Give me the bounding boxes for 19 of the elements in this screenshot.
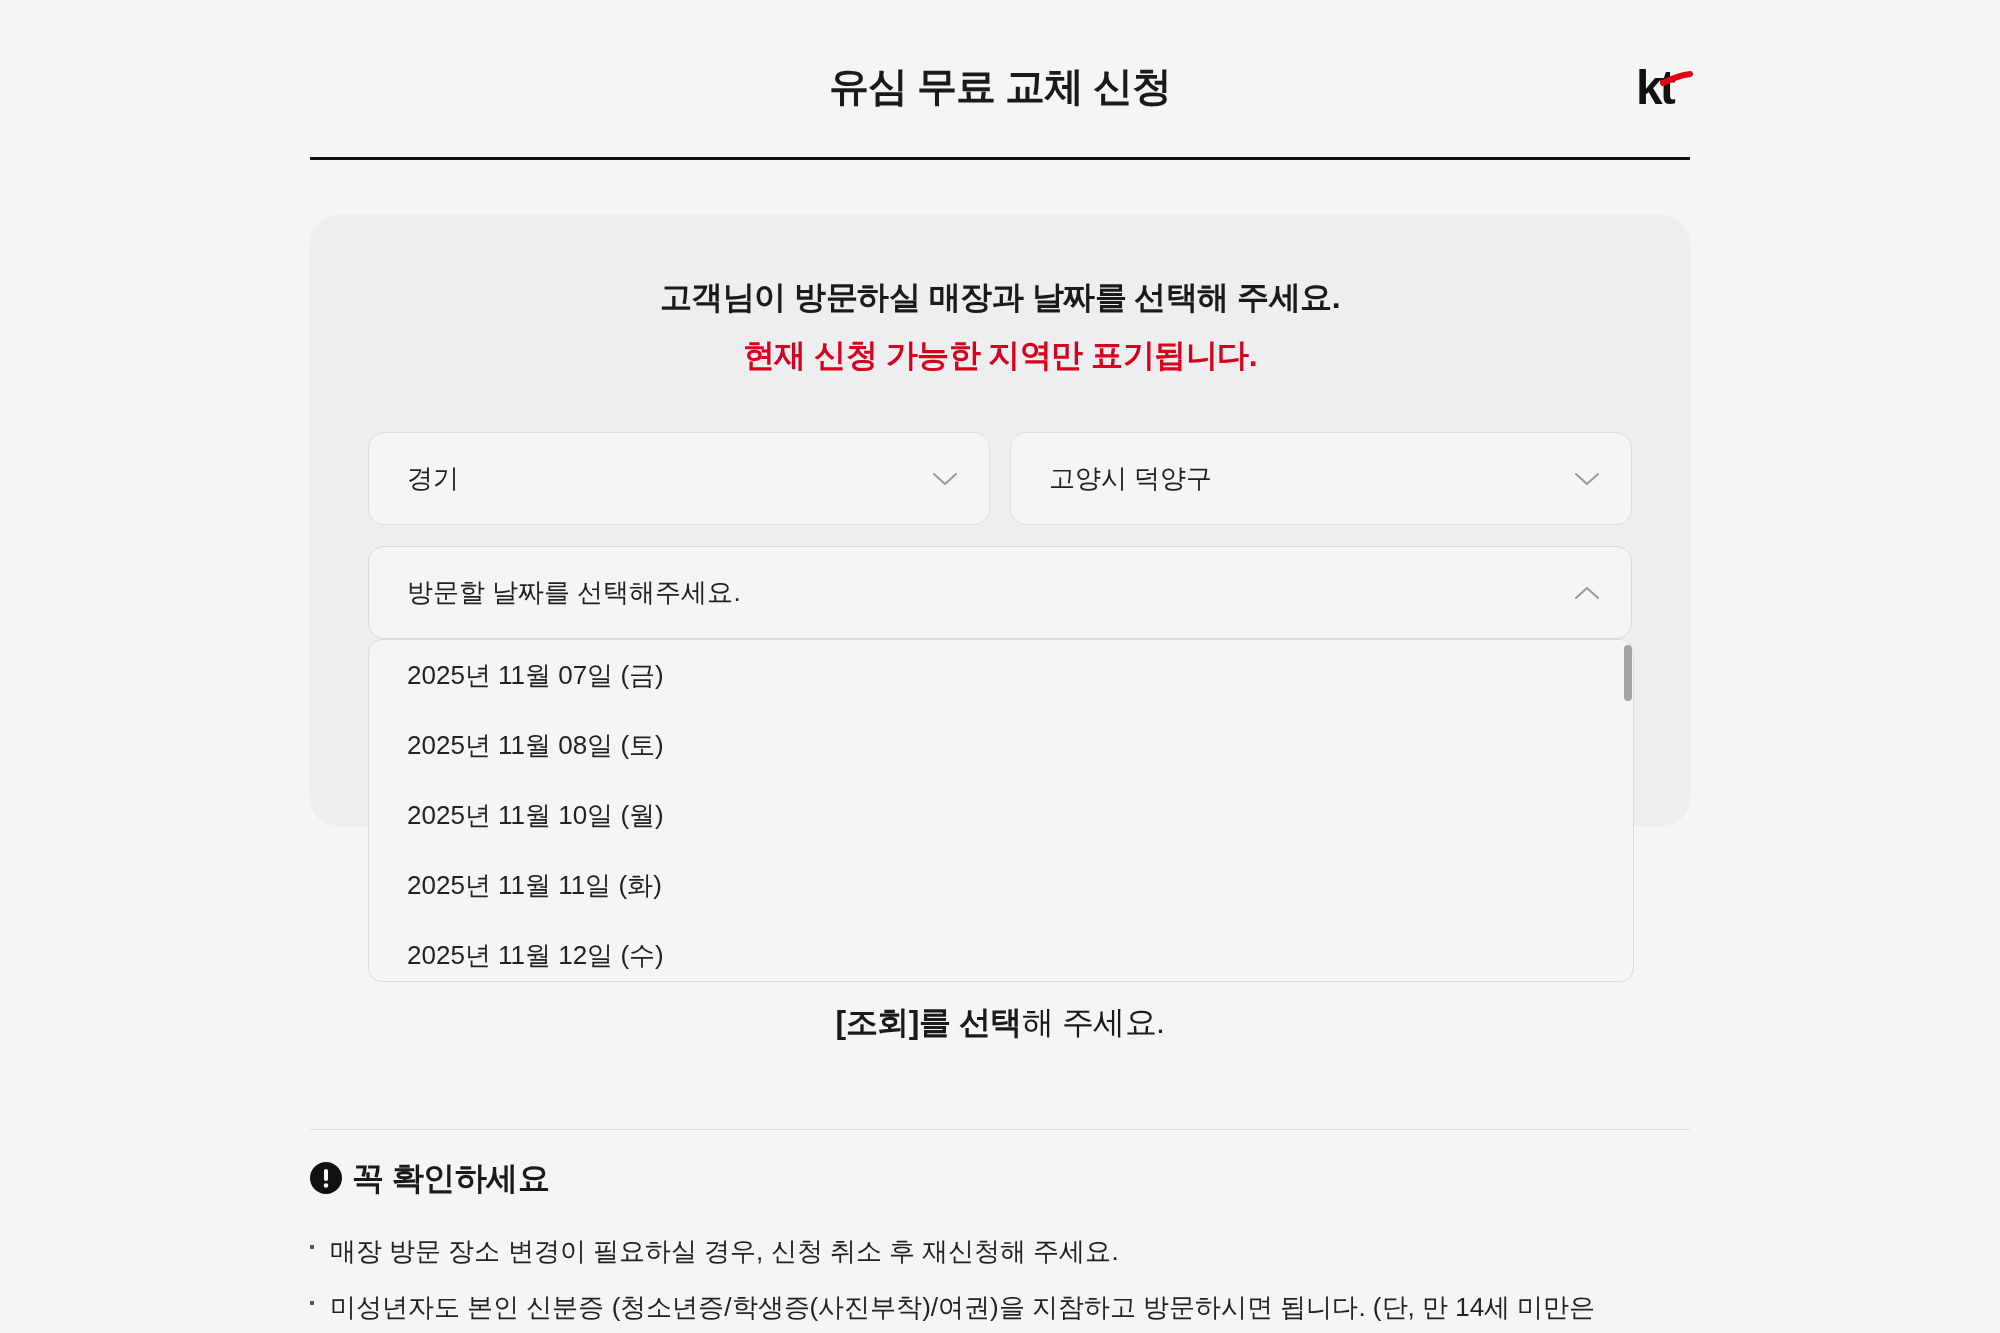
notice-item: 미성년자도 본인 신분증 (청소년증/학생증(사진부착)/여권)을 지참하고 방문하시면 됩니다. (단, 만 14세 미만은	[330, 1291, 1596, 1324]
notice-item: 매장 방문 장소 변경이 필요하실 경우, 신청 취소 후 재신청해 주세요.	[330, 1235, 1119, 1268]
region-select[interactable]: 고양시 덕양구	[1010, 432, 1632, 525]
page-title: 유심 무료 교체 신청	[828, 62, 1172, 110]
notice-title: 꼭 확인하세요	[352, 1159, 550, 1198]
date-select[interactable]: 방문할 날짜를 선택해주세요.	[368, 546, 1632, 639]
bullet-icon	[310, 1245, 314, 1249]
section-heading: 고객님이 방문하실 매장과 날짜를 선택해 주세요.	[658, 278, 1342, 317]
notice-text: 현재 신청 가능한 지역만 표기됩니다.	[741, 336, 1259, 375]
instruction-text: [조회]를 선택해 주세요.	[834, 1003, 1166, 1042]
date-option[interactable]: 2025년 11월 07일 (금)	[369, 640, 1619, 710]
bullet-icon	[310, 1301, 314, 1305]
date-option[interactable]: 2025년 11월 08일 (토)	[369, 710, 1619, 780]
date-option[interactable]: 2025년 11월 10일 (월)	[369, 780, 1619, 850]
date-option[interactable]: 2025년 11월 12일 (수)	[369, 920, 1619, 981]
region-select[interactable]: 경기	[368, 432, 990, 525]
scrollbar-thumb[interactable]	[1624, 645, 1632, 701]
exclamation-icon	[310, 1162, 342, 1194]
date-option[interactable]: 2025년 11월 11일 (화)	[369, 850, 1619, 920]
